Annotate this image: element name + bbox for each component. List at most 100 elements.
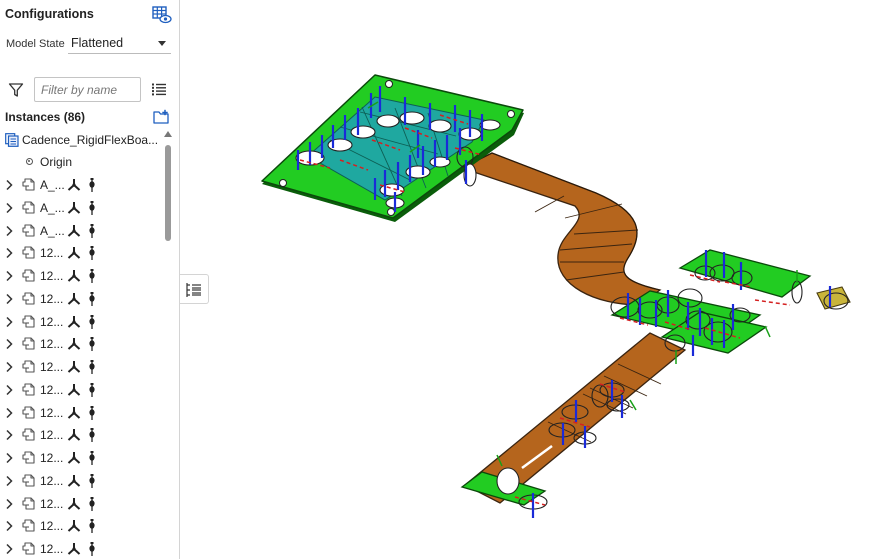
instance-label: 12... [40, 542, 64, 556]
instance-row[interactable]: 12... [0, 333, 163, 355]
chevron-right-icon[interactable] [4, 520, 14, 532]
pin-icon[interactable] [88, 336, 96, 352]
filter-row [0, 74, 180, 106]
pin-icon[interactable] [88, 450, 96, 466]
model-state-select[interactable]: Flattened [68, 33, 171, 54]
mate-connector-icon[interactable] [67, 178, 81, 192]
pin-icon[interactable] [88, 382, 96, 398]
mate-connector-icon[interactable] [67, 542, 81, 556]
scroll-up-arrow[interactable] [164, 131, 172, 137]
instance-row[interactable]: A_... [0, 220, 163, 242]
mate-connector-icon[interactable] [67, 269, 81, 283]
pin-icon[interactable] [88, 473, 96, 489]
add-folder-icon[interactable] [153, 109, 171, 125]
graphics-viewport[interactable] [181, 0, 880, 559]
flex-board-upper[interactable] [460, 152, 662, 306]
instance-row[interactable]: 12... [0, 242, 163, 264]
mate-connector-icon[interactable] [67, 224, 81, 238]
mate-connector-icon[interactable] [67, 383, 81, 397]
list-view-icon[interactable] [152, 83, 166, 96]
model-state-label: Model State [6, 38, 65, 50]
part-icon [22, 383, 35, 396]
tree-root-assembly[interactable]: Cadence_RigidFlexBoa... [0, 130, 163, 151]
part-icon [22, 519, 35, 532]
assembly-icon [5, 133, 19, 147]
pin-icon[interactable] [88, 314, 96, 330]
chevron-right-icon[interactable] [4, 429, 14, 441]
pin-icon[interactable] [88, 405, 96, 421]
chevron-right-icon[interactable] [4, 384, 14, 396]
instance-label: 12... [40, 269, 64, 283]
pin-icon[interactable] [88, 359, 96, 375]
pin-icon[interactable] [88, 496, 96, 512]
mate-connector-icon[interactable] [67, 519, 81, 533]
mate-connector-icon[interactable] [67, 451, 81, 465]
tree-root-label: Cadence_RigidFlexBoa... [22, 133, 159, 147]
chevron-right-icon[interactable] [4, 543, 14, 555]
chevron-right-icon[interactable] [4, 202, 14, 214]
instance-row[interactable]: 12... [0, 424, 163, 446]
instance-row[interactable]: 12... [0, 515, 163, 537]
instance-row[interactable]: 12... [0, 493, 163, 515]
chevron-right-icon[interactable] [4, 225, 14, 237]
filter-input[interactable] [34, 77, 141, 102]
pin-icon[interactable] [88, 541, 96, 557]
model-canvas[interactable] [181, 0, 880, 559]
instance-row[interactable]: 12... [0, 356, 163, 378]
instance-row[interactable]: 12... [0, 311, 163, 333]
instance-label: A_... [40, 178, 65, 192]
chevron-right-icon[interactable] [4, 361, 14, 373]
filter-funnel-icon[interactable] [8, 82, 24, 98]
chevron-right-icon[interactable] [4, 270, 14, 282]
mate-connector-icon[interactable] [67, 360, 81, 374]
chevron-right-icon[interactable] [4, 316, 14, 328]
instance-row[interactable]: 12... [0, 447, 163, 469]
chevron-right-icon[interactable] [4, 338, 14, 350]
pin-icon[interactable] [88, 518, 96, 534]
instance-row[interactable]: A_... [0, 197, 163, 219]
instance-row[interactable]: A_... [0, 174, 163, 196]
rigid-board-main[interactable] [261, 74, 524, 222]
mate-connector-icon[interactable] [67, 337, 81, 351]
chevron-right-icon[interactable] [4, 293, 14, 305]
instance-label: 12... [40, 360, 64, 374]
instance-row[interactable]: 12... [0, 265, 163, 287]
pin-icon[interactable] [88, 223, 96, 239]
chevron-right-icon[interactable] [4, 498, 14, 510]
mate-connector-icon[interactable] [67, 201, 81, 215]
chevron-right-icon[interactable] [4, 407, 14, 419]
pin-icon[interactable] [88, 291, 96, 307]
chevron-right-icon[interactable] [4, 475, 14, 487]
origin-row[interactable]: Origin [0, 152, 163, 173]
mate-connector-icon[interactable] [67, 428, 81, 442]
instance-row[interactable]: 12... [0, 538, 163, 559]
origin-label: Origin [40, 155, 73, 169]
pin-icon[interactable] [88, 268, 96, 284]
instance-row[interactable]: 12... [0, 288, 163, 310]
part-icon [22, 337, 35, 350]
config-table-eye-icon[interactable] [152, 6, 172, 24]
mate-connector-icon[interactable] [67, 315, 81, 329]
chevron-right-icon[interactable] [4, 452, 14, 464]
mate-connector-icon[interactable] [67, 474, 81, 488]
pin-icon[interactable] [88, 245, 96, 261]
chevron-right-icon[interactable] [4, 179, 14, 191]
configurations-header: Configurations [0, 0, 180, 30]
chevron-right-icon[interactable] [4, 247, 14, 259]
part-icon [22, 451, 35, 464]
scrollbar-thumb[interactable] [165, 145, 171, 241]
part-icon [22, 428, 35, 441]
mate-connector-icon[interactable] [67, 292, 81, 306]
pin-icon[interactable] [88, 200, 96, 216]
instance-row[interactable]: 12... [0, 402, 163, 424]
mate-connector-icon[interactable] [67, 497, 81, 511]
part-icon [22, 201, 35, 214]
instance-label: 12... [40, 451, 64, 465]
instance-label: 12... [40, 291, 64, 306]
mate-connector-icon[interactable] [67, 246, 81, 260]
pin-icon[interactable] [88, 427, 96, 443]
instance-row[interactable]: 12... [0, 379, 163, 401]
mate-connector-icon[interactable] [67, 406, 81, 420]
instance-row[interactable]: 12... [0, 470, 163, 492]
pin-icon[interactable] [88, 177, 96, 193]
